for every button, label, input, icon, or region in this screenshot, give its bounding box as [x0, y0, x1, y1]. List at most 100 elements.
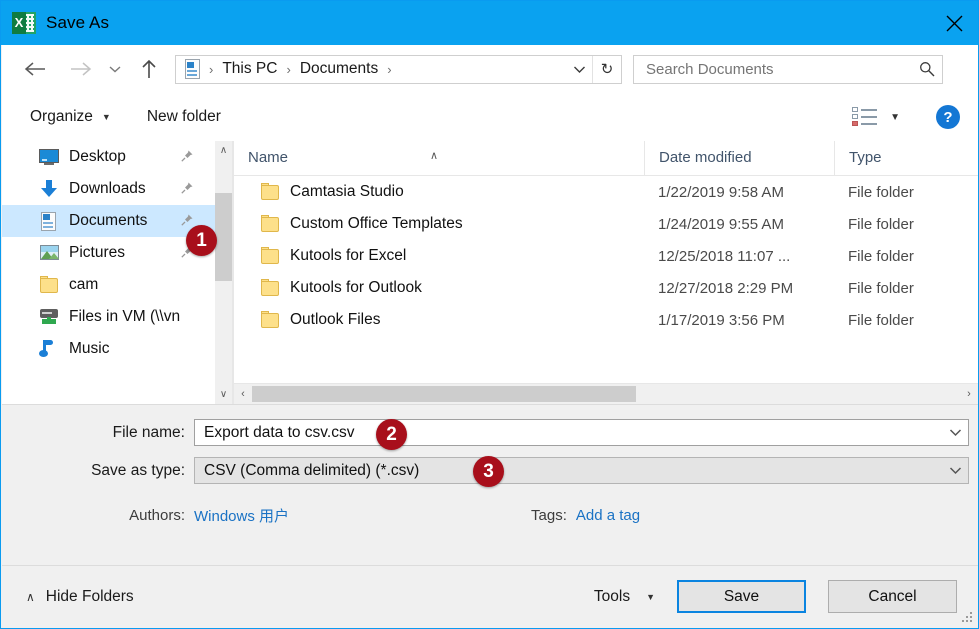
- recent-locations-chevron-down-icon[interactable]: [104, 52, 126, 86]
- sidebar-item-files-in-vm[interactable]: Files in VM (\\vn: [2, 301, 215, 333]
- refresh-icon[interactable]: ↻: [593, 56, 621, 83]
- table-row[interactable]: Kutools for Excel 12/25/2018 11:07 ... F…: [234, 240, 978, 272]
- pin-icon[interactable]: [180, 213, 194, 227]
- sidebar-item-label: Pictures: [69, 244, 125, 261]
- pin-icon[interactable]: [180, 149, 194, 163]
- scroll-down-icon[interactable]: ∨: [215, 385, 232, 404]
- file-name-label: Camtasia Studio: [290, 183, 404, 200]
- save-as-type-combobox[interactable]: CSV (Comma delimited) (*.csv): [194, 457, 969, 484]
- close-icon[interactable]: [930, 1, 978, 45]
- address-chevron-down-icon[interactable]: [566, 56, 592, 83]
- add-a-tag-link[interactable]: Add a tag: [576, 507, 640, 524]
- scrollbar-thumb[interactable]: [215, 193, 232, 281]
- table-row[interactable]: Custom Office Templates 1/24/2019 9:55 A…: [234, 208, 978, 240]
- authors-label: Authors:: [129, 507, 185, 524]
- navigation-bar: › This PC › Documents › ↻: [2, 45, 978, 93]
- file-name-cell: Outlook Files: [234, 310, 644, 330]
- network-drive-icon: [38, 307, 60, 327]
- table-row[interactable]: Kutools for Outlook 12/27/2018 2:29 PM F…: [234, 272, 978, 304]
- scrollbar-thumb[interactable]: [252, 386, 636, 402]
- scroll-left-icon[interactable]: ‹: [234, 384, 252, 404]
- chevron-up-icon: ∧: [26, 589, 35, 604]
- folder-icon: [259, 246, 281, 266]
- scroll-right-icon[interactable]: ›: [960, 384, 978, 404]
- excel-icon-letter: X: [12, 12, 26, 34]
- search-box[interactable]: [633, 54, 943, 84]
- save-as-type-value: CSV (Comma delimited) (*.csv): [204, 461, 420, 479]
- file-date-cell: 1/22/2019 9:58 AM: [658, 183, 784, 201]
- breadcrumb-separator: ›: [209, 61, 214, 77]
- pictures-icon: [38, 243, 60, 263]
- sidebar-item-label: Documents: [69, 212, 148, 229]
- search-input[interactable]: [644, 59, 912, 79]
- chevron-down-icon[interactable]: [942, 458, 968, 483]
- table-row[interactable]: Camtasia Studio 1/22/2019 9:58 AM File f…: [234, 176, 978, 208]
- folder-icon: [259, 278, 281, 298]
- scrollbar-track[interactable]: [252, 384, 960, 404]
- sidebar-scrollbar[interactable]: ∧ ∨: [215, 141, 233, 404]
- view-layout-icon[interactable]: [852, 107, 878, 127]
- cancel-button[interactable]: Cancel: [828, 580, 957, 613]
- tools-button[interactable]: Tools ▼: [594, 588, 655, 606]
- breadcrumb-separator[interactable]: ›: [380, 62, 398, 77]
- file-type-cell: File folder: [848, 311, 914, 329]
- breadcrumb-this-pc[interactable]: This PC: [220, 60, 279, 78]
- sidebar-item-desktop[interactable]: Desktop: [2, 141, 215, 173]
- sidebar-item-documents[interactable]: Documents: [2, 205, 215, 237]
- file-name-label: Kutools for Excel: [290, 247, 407, 264]
- up-icon[interactable]: [132, 52, 166, 86]
- file-date-cell: 12/25/2018 11:07 ...: [658, 247, 791, 265]
- file-name-combobox[interactable]: [194, 419, 969, 446]
- organize-label: Organize: [30, 108, 93, 125]
- scroll-up-icon[interactable]: ∧: [215, 141, 232, 160]
- chevron-down-icon: ▼: [101, 112, 111, 122]
- sidebar-item-label: Music: [69, 340, 110, 357]
- pin-icon[interactable]: [180, 181, 194, 195]
- table-row[interactable]: Outlook Files 1/17/2019 3:56 PM File fol…: [234, 304, 978, 336]
- horizontal-scrollbar[interactable]: ‹ ›: [234, 383, 978, 404]
- address-bar[interactable]: › This PC › Documents › ↻: [175, 54, 622, 84]
- documents-icon: [183, 58, 202, 80]
- navigation-pane: Desktop Downloads Documents Pictures cam…: [2, 141, 215, 404]
- documents-icon: [38, 211, 60, 231]
- sidebar-item-label: Files in VM (\\vn: [69, 308, 181, 325]
- help-icon[interactable]: ?: [936, 105, 960, 129]
- sort-ascending-icon: ∧: [430, 150, 439, 162]
- hide-folders-button[interactable]: ∧ Hide Folders: [26, 588, 134, 606]
- sidebar-item-label: Downloads: [69, 180, 146, 197]
- file-name-input[interactable]: [195, 422, 942, 443]
- new-folder-button[interactable]: New folder: [147, 108, 221, 126]
- file-list-header: Name ∧ Date modified Type: [234, 141, 978, 176]
- file-list: Name ∧ Date modified Type Camtasia Studi…: [233, 141, 978, 404]
- breadcrumb-documents[interactable]: Documents: [298, 60, 380, 78]
- chevron-down-icon: ▼: [646, 591, 655, 602]
- column-header-name[interactable]: Name ∧: [234, 141, 644, 175]
- file-name-label: File name:: [112, 423, 185, 441]
- file-name-label: Outlook Files: [290, 311, 381, 328]
- organize-button[interactable]: Organize ▼: [30, 108, 111, 126]
- authors-value[interactable]: Windows 用户: [194, 505, 289, 526]
- view-chevron-down-icon[interactable]: ▼: [890, 112, 900, 123]
- column-header-date-modified[interactable]: Date modified: [644, 141, 834, 175]
- save-button[interactable]: Save: [677, 580, 806, 613]
- sidebar-item-downloads[interactable]: Downloads: [2, 173, 215, 205]
- sidebar-item-pictures[interactable]: Pictures: [2, 237, 215, 269]
- back-icon[interactable]: [18, 52, 52, 86]
- resize-grip[interactable]: [962, 612, 973, 623]
- column-header-name-label: Name: [248, 149, 289, 166]
- command-bar: Organize ▼ New folder ▼ ?: [2, 93, 978, 142]
- tools-label: Tools: [593, 587, 631, 605]
- sidebar-item-cam[interactable]: cam: [2, 269, 215, 301]
- content-area: Desktop Downloads Documents Pictures cam…: [2, 141, 978, 404]
- folder-icon: [259, 214, 281, 234]
- file-type-cell: File folder: [848, 183, 914, 201]
- sidebar-item-music[interactable]: Music: [2, 333, 215, 365]
- sidebar-item-label: Desktop: [69, 148, 126, 165]
- breadcrumb-separator: ›: [286, 61, 291, 77]
- tags-label: Tags:: [531, 507, 567, 524]
- column-header-type[interactable]: Type: [834, 141, 974, 175]
- desktop-icon: [38, 147, 60, 167]
- chevron-down-icon[interactable]: [942, 420, 968, 445]
- search-icon[interactable]: [912, 56, 942, 83]
- save-as-dialog: X Save As › This PC › Documents › ↻ Sear…: [0, 0, 979, 629]
